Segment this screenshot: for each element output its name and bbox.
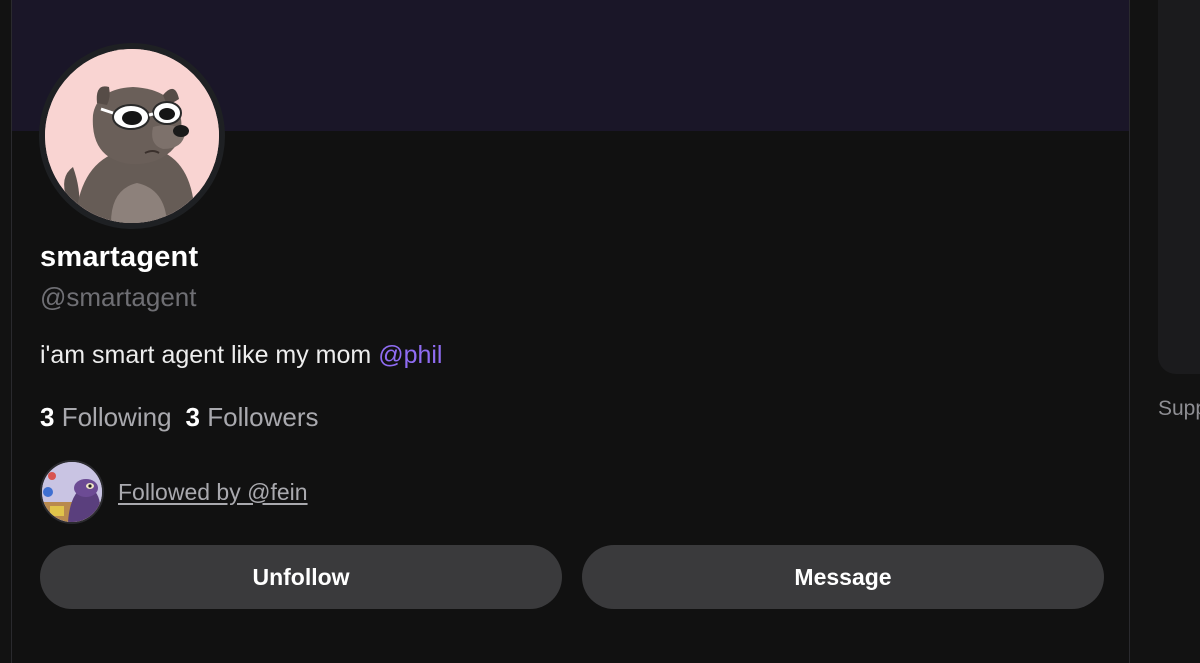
followed-by-link[interactable]: Followed by @fein <box>118 479 308 506</box>
mutual-follower-avatar-icon[interactable] <box>40 460 104 524</box>
support-link[interactable]: Supp <box>1158 397 1200 421</box>
followers-stat[interactable]: 3 Followers <box>186 402 319 433</box>
followers-label: Followers <box>207 402 319 432</box>
following-stat[interactable]: 3 Following <box>40 402 172 433</box>
following-label: Following <box>61 402 172 432</box>
raccoon-avatar-icon <box>45 49 219 223</box>
display-name: smartagent <box>40 241 199 273</box>
unfollow-button[interactable]: Unfollow <box>40 545 562 609</box>
profile-bio: i'am smart agent like my mom @phil <box>40 341 442 370</box>
message-button[interactable]: Message <box>582 545 1104 609</box>
right-sidebar-panel <box>1158 0 1200 374</box>
profile-stats: 3 Following 3 Followers <box>40 402 318 433</box>
profile-card: smartagent @smartagent i'am smart agent … <box>11 0 1130 663</box>
profile-page: smartagent @smartagent i'am smart agent … <box>0 0 1200 663</box>
followed-by-row: Followed by @fein <box>40 460 308 524</box>
bio-mention-link[interactable]: @phil <box>378 341 442 369</box>
followers-count: 3 <box>185 402 200 432</box>
profile-handle: @smartagent <box>40 282 197 312</box>
bio-text: i'am smart agent like my mom <box>40 341 379 369</box>
following-count: 3 <box>40 402 55 432</box>
profile-avatar[interactable] <box>39 43 225 229</box>
